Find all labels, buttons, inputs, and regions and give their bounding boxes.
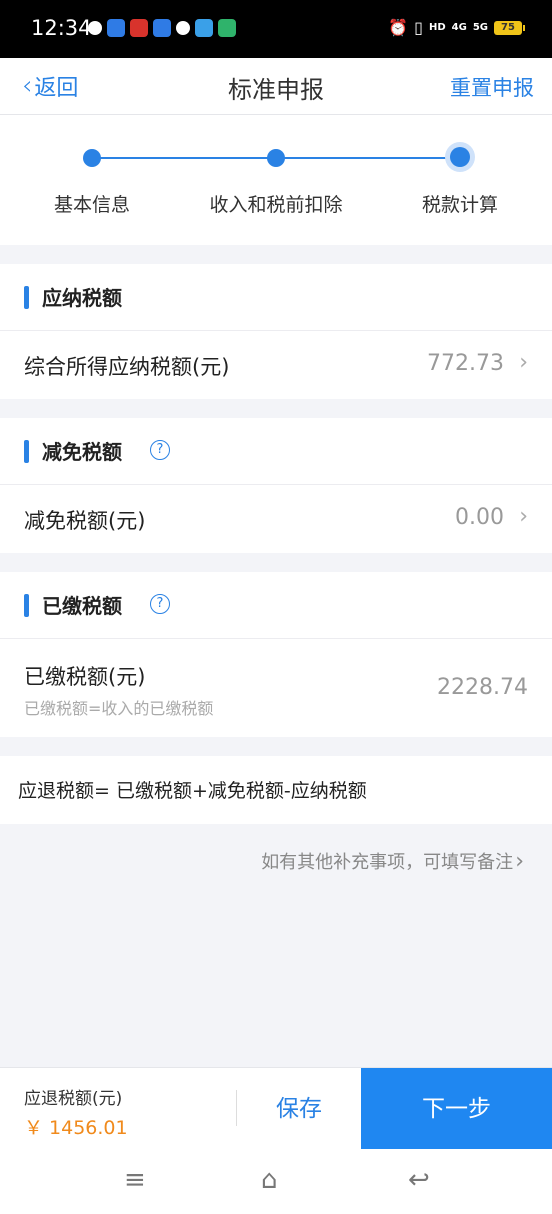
row-value: 0.00 xyxy=(455,505,504,530)
reset-declaration-button[interactable]: 重置申报 xyxy=(450,72,534,102)
app-icon xyxy=(195,19,213,37)
status-time: 12:34 xyxy=(31,16,92,40)
signal-5g-icon: 5G xyxy=(472,22,488,33)
battery-icon: 75 xyxy=(494,21,525,35)
note-text: 如有其他补充事项，可填写备注 xyxy=(261,852,514,873)
status-bar: 12:34 ⏰ ▯ HD 4G 5G 75 xyxy=(0,0,552,58)
exempt-tax-section: 减免税额 ? 减免税额(元) 0.00 › xyxy=(0,418,552,553)
wechat-icon xyxy=(88,21,102,35)
section-accent-bar xyxy=(24,440,29,463)
row-label: 已缴税额(元) xyxy=(24,665,146,689)
hd-icon: HD xyxy=(428,22,446,33)
section-header: 已缴税额 ? xyxy=(0,572,552,639)
chevron-right-icon: › xyxy=(515,849,524,874)
next-step-button[interactable]: 下一步 xyxy=(361,1068,552,1150)
step-label-basic-info[interactable]: 基本信息 xyxy=(54,190,130,217)
save-button[interactable]: 保存 xyxy=(237,1068,361,1150)
section-header: 应纳税额 xyxy=(0,264,552,331)
system-nav-bar: ≡ ⌂ ↩ xyxy=(0,1149,552,1214)
help-icon[interactable]: ? xyxy=(150,594,170,614)
row-label: 减免税额(元) xyxy=(24,509,146,533)
add-remark-link[interactable]: 如有其他补充事项，可填写备注› xyxy=(261,848,524,874)
row-value: 2228.74 xyxy=(437,675,528,700)
app-icon xyxy=(153,19,171,37)
system-icons: ⏰ ▯ HD 4G 5G 75 xyxy=(388,18,525,38)
step-dot-basic-info xyxy=(83,149,101,167)
step-connector xyxy=(92,157,276,159)
step-dot-tax-calc xyxy=(450,147,470,167)
paid-tax-section: 已缴税额 ? 已缴税额(元) 已缴税额=收入的已缴税额 2228.74 xyxy=(0,572,552,737)
paid-tax-row: 已缴税额(元) 已缴税额=收入的已缴税额 2228.74 xyxy=(0,639,552,737)
payable-tax-row[interactable]: 综合所得应纳税额(元) 772.73 › xyxy=(0,331,552,399)
payable-tax-section: 应纳税额 综合所得应纳税额(元) 772.73 › xyxy=(0,264,552,399)
signal-4g-icon: 4G xyxy=(451,22,467,33)
step-label-tax-calc[interactable]: 税款计算 xyxy=(422,190,498,217)
alarm-icon: ⏰ xyxy=(388,18,409,37)
chevron-right-icon: › xyxy=(519,350,528,375)
menu-icon[interactable]: ≡ xyxy=(124,1165,146,1195)
exempt-tax-row[interactable]: 减免税额(元) 0.00 › xyxy=(0,485,552,553)
step-label-income[interactable]: 收入和税前扣除 xyxy=(209,190,342,217)
message-icon xyxy=(176,21,190,35)
top-nav-bar: ‹ 返回 标准申报 重置申报 xyxy=(0,58,552,115)
row-label: 综合所得应纳税额(元) xyxy=(24,355,230,379)
section-title: 减免税额 xyxy=(42,440,122,464)
section-title: 已缴税额 xyxy=(42,594,122,618)
section-accent-bar xyxy=(24,594,29,617)
vibrate-icon: ▯ xyxy=(414,18,423,37)
step-connector xyxy=(276,157,460,159)
refund-formula: 应退税额= 已缴税额+减免税额-应纳税额 xyxy=(0,756,552,824)
app-icon xyxy=(218,19,236,37)
help-icon[interactable]: ? xyxy=(150,440,170,460)
home-icon[interactable]: ⌂ xyxy=(261,1165,278,1195)
bottom-action-bar: 应退税额(元) ￥ 1456.01 保存 下一步 xyxy=(0,1067,552,1150)
section-title: 应纳税额 xyxy=(42,286,122,310)
section-header: 减免税额 ? xyxy=(0,418,552,485)
app-icon xyxy=(130,19,148,37)
app-icon xyxy=(107,19,125,37)
back-nav-icon[interactable]: ↩ xyxy=(408,1165,430,1195)
chevron-right-icon: › xyxy=(519,504,528,529)
row-value: 772.73 xyxy=(427,351,504,376)
row-sublabel: 已缴税额=收入的已缴税额 xyxy=(24,699,214,718)
section-accent-bar xyxy=(24,286,29,309)
refund-label: 应退税额(元) xyxy=(24,1089,123,1109)
formula-text: 应退税额= 已缴税额+减免税额-应纳税额 xyxy=(18,780,367,802)
step-dot-income xyxy=(267,149,285,167)
notification-icons xyxy=(88,19,236,37)
refund-amount: ￥ 1456.01 xyxy=(24,1117,128,1139)
progress-steps: 基本信息 收入和税前扣除 税款计算 xyxy=(0,115,552,245)
